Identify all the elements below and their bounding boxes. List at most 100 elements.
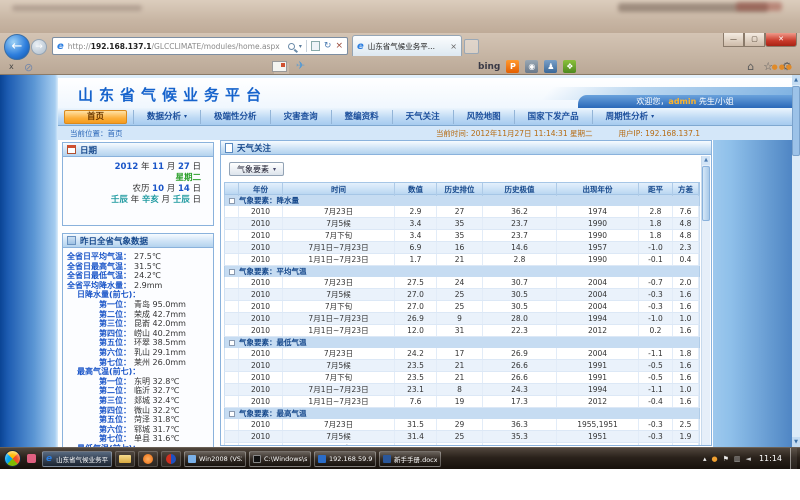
close-tab-icon[interactable]: ×: [450, 42, 457, 51]
table-row[interactable]: 20107月下旬23.52126.61991-0.51.6: [224, 372, 700, 384]
weather-watch-panel: 天气关注 气象要素 ▾ 年份时间数值历史排位历史极值出现年份距平方差气象要素：降…: [220, 140, 712, 447]
taskbar-ie-window[interactable]: e 山东省气候业务平…: [42, 451, 112, 467]
back-button[interactable]: ←: [4, 34, 30, 60]
compatibility-view-icon[interactable]: [311, 41, 320, 51]
table-row[interactable]: 20107月下旬27.02530.52004-0.31.6: [224, 301, 700, 313]
group-row[interactable]: 气象要素：降水量: [224, 195, 700, 206]
nav-item-1[interactable]: 首页: [64, 110, 127, 124]
clock[interactable]: 11:14: [759, 454, 782, 463]
network-icon[interactable]: ▥: [734, 454, 741, 464]
photos-icon[interactable]: [272, 61, 287, 72]
group-row[interactable]: 气象要素：最低气温: [224, 337, 700, 348]
chevron-down-icon[interactable]: ▾: [299, 43, 302, 50]
volume-icon[interactable]: ◄: [746, 454, 751, 464]
show-desktop-button[interactable]: [790, 448, 797, 470]
scrollbar-thumb[interactable]: [702, 166, 710, 221]
table-cell: 23.5: [395, 360, 437, 371]
table-row[interactable]: 20107月5候31.42535.31951-0.31.9: [224, 431, 700, 443]
action-center-flag-icon[interactable]: ⚑: [723, 454, 729, 464]
table-row[interactable]: 20107月1日~7月23日23.1824.31994-1.11.0: [224, 384, 700, 396]
checkbox[interactable]: [229, 198, 235, 204]
nav-item-8[interactable]: 国家下发产品: [514, 110, 592, 124]
home-icon[interactable]: ⌂: [747, 60, 754, 73]
explorer-button[interactable]: [115, 451, 135, 467]
camera-icon[interactable]: ◉: [525, 60, 538, 73]
scroll-up-icon[interactable]: ▲: [702, 156, 710, 165]
nav-item-7[interactable]: 风险地图: [453, 110, 514, 124]
hidden-icons-chevron[interactable]: ▴: [703, 454, 707, 464]
blocked-icon[interactable]: ⊘: [24, 61, 33, 74]
refresh-icon[interactable]: ↻: [324, 41, 332, 51]
nav-item-3[interactable]: 极端性分析: [200, 110, 270, 124]
group-row[interactable]: 气象要素：平均气温: [224, 266, 700, 277]
maximize-button[interactable]: ▢: [744, 33, 765, 47]
forward-button[interactable]: →: [31, 39, 47, 55]
scroll-up-icon[interactable]: ▲: [792, 75, 800, 85]
taskbar-window-button-4[interactable]: 新手手册.docx …: [379, 451, 441, 467]
pinned-app-button[interactable]: [161, 451, 181, 467]
table-row[interactable]: 20107月下旬31.42535.31951-0.31.9: [224, 443, 700, 446]
nav-item-5[interactable]: 整编资料: [331, 110, 392, 124]
close-button[interactable]: ✕: [765, 33, 797, 47]
table-row[interactable]: 20107月1日~7月23日6.91614.61957-1.02.3: [224, 242, 700, 254]
new-tab-button[interactable]: [464, 39, 479, 54]
mail-icon[interactable]: ✈: [296, 59, 305, 72]
browser-tab[interactable]: e 山东省气候业务平... ×: [352, 35, 462, 56]
minimize-button[interactable]: —: [723, 33, 744, 47]
close-bar-icon[interactable]: x: [9, 62, 14, 71]
panel-scrollbar[interactable]: ▲: [701, 156, 710, 445]
table-row[interactable]: 20107月23日2.92736.219742.87.6: [224, 206, 700, 218]
taskbar-window-button-2[interactable]: C:\Windows\s...: [249, 451, 311, 467]
rank-value: 荣成 42.7mm: [134, 310, 186, 320]
table-cell: 2010: [239, 396, 283, 407]
taskbar-window-button-1[interactable]: Win2008 (VS2...: [184, 451, 246, 467]
checkbox[interactable]: [229, 411, 235, 417]
checkbox[interactable]: [229, 340, 235, 346]
contact-icon[interactable]: ♟: [544, 60, 557, 73]
tray-app-icon[interactable]: ●: [712, 454, 718, 464]
bing-logo[interactable]: bing: [478, 62, 500, 72]
table-row[interactable]: 20107月23日24.21726.92004-1.11.8: [224, 348, 700, 360]
address-bar[interactable]: e http://192.168.137.1/GLCCLIMATE/module…: [52, 37, 348, 55]
group-row[interactable]: 气象要素：最高气温: [224, 408, 700, 419]
search-icon[interactable]: [288, 43, 295, 50]
table-cell: 31.4: [395, 431, 437, 442]
welcome-suffix: 先生/小姐: [696, 97, 733, 106]
scrollbar-thumb[interactable]: [792, 86, 800, 156]
nav-item-6[interactable]: 天气关注: [392, 110, 453, 124]
table-row[interactable]: 20101月1日~7月23日12.03122.320120.21.6: [224, 325, 700, 337]
stop-icon[interactable]: ×: [335, 41, 343, 51]
table-cell: -0.4: [639, 396, 673, 407]
start-button[interactable]: [4, 450, 21, 467]
rank-value: 环翠 38.5mm: [134, 338, 186, 348]
overflow-dots-icon[interactable]: ●●●: [772, 63, 793, 71]
share-icon[interactable]: ❖: [563, 60, 576, 73]
pinned-app-button[interactable]: [138, 451, 158, 467]
checkbox[interactable]: [229, 269, 235, 275]
bing-app-icon[interactable]: P: [506, 60, 519, 73]
pinned-app-icon[interactable]: [27, 454, 36, 463]
word-icon: [383, 455, 391, 463]
calendar-panel: 日期 2012 年 11 月 27 日 星期二: [62, 142, 214, 226]
table-row[interactable]: 20107月5候27.02530.52004-0.31.6: [224, 289, 700, 301]
table-row[interactable]: 20101月1日~7月23日7.61917.32012-0.41.6: [224, 396, 700, 408]
unit-day: 日: [192, 184, 201, 194]
table-cell: [225, 372, 239, 383]
nav-item-4[interactable]: 灾害查询: [270, 110, 331, 124]
nav-item-9[interactable]: 周期性分析▾: [592, 110, 668, 124]
table-row[interactable]: 20107月23日31.52936.31955,1951-0.32.5: [224, 419, 700, 431]
table-row[interactable]: 20107月下旬3.43523.719901.84.8: [224, 230, 700, 242]
scroll-down-icon[interactable]: ▼: [792, 437, 800, 447]
element-dropdown-button[interactable]: 气象要素 ▾: [229, 162, 284, 176]
table-cell: 24.2: [395, 348, 437, 359]
nav-item-2[interactable]: 数据分析▾: [133, 110, 200, 124]
weather-stat-row: 全省日最低气温：24.2℃: [65, 271, 211, 281]
table-row[interactable]: 20101月1日~7月23日1.7212.81990-0.10.4: [224, 254, 700, 266]
table-row[interactable]: 20107月1日~7月23日26.9928.01994-1.01.0: [224, 313, 700, 325]
table-row[interactable]: 20107月5候23.52126.61991-0.51.6: [224, 360, 700, 372]
table-row[interactable]: 20107月5候3.43523.719901.84.8: [224, 218, 700, 230]
browser-scrollbar[interactable]: ▲ ▼: [792, 75, 800, 447]
table-row[interactable]: 20107月23日27.52430.72004-0.72.0: [224, 277, 700, 289]
rank-row: 第三位：郯城 32.4℃: [65, 396, 211, 406]
taskbar-window-button-3[interactable]: 192.168.59.99...: [314, 451, 376, 467]
